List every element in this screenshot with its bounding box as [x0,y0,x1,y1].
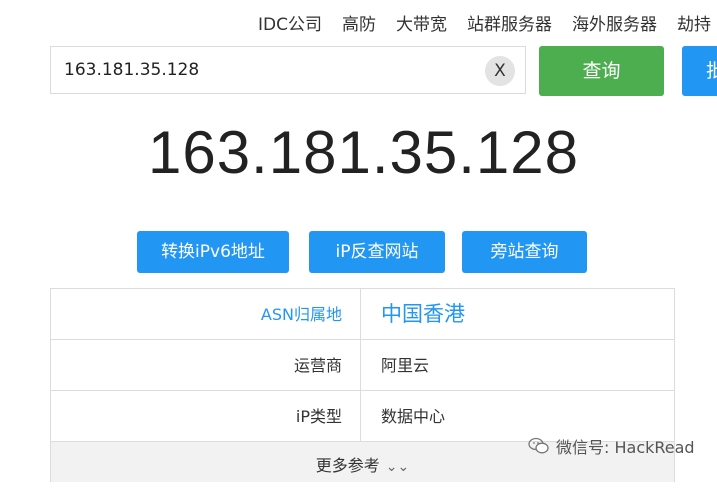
wechat-watermark: 微信号: HackRead [528,432,695,460]
query-button[interactable]: 查询 [539,46,664,96]
result-ip: 163.181.35.128 [147,119,580,186]
wechat-icon [528,437,550,455]
table-row: ASN归属地 中国香港 [51,289,674,340]
extra-button[interactable]: 批 [682,46,717,96]
nav-item-site-cluster[interactable]: 站群服务器 [467,10,552,35]
row-value: 中国香港 [381,302,465,326]
row-label: ASN归属地 [51,289,361,339]
side-site-button[interactable]: 旁站查询 [462,231,587,273]
row-label: 运营商 [51,340,361,390]
ip-reverse-button[interactable]: iP反查网站 [309,231,445,273]
row-value: 阿里云 [381,356,430,375]
nav-item-idc[interactable]: IDC公司 [258,10,322,35]
ipv6-convert-button[interactable]: 转换iPv6地址 [137,231,289,273]
watermark-text: 微信号: HackRead [556,438,695,457]
clear-button[interactable]: X [485,56,515,86]
row-label: iP类型 [51,391,361,441]
top-nav: IDC公司 高防 大带宽 站群服务器 海外服务器 劫持 [258,10,717,35]
nav-item-gaofang[interactable]: 高防 [342,10,376,35]
ip-search-input[interactable] [51,47,471,93]
search-box: X [50,46,526,94]
nav-item-bandwidth[interactable]: 大带宽 [396,10,447,35]
nav-item-overseas[interactable]: 海外服务器 [572,10,657,35]
more-reference-label: 更多参考 [315,456,380,475]
table-row: 运营商 阿里云 [51,340,674,391]
nav-item-hijack[interactable]: 劫持 [677,10,711,35]
chevron-down-icon: ⌄⌄ [385,459,410,475]
